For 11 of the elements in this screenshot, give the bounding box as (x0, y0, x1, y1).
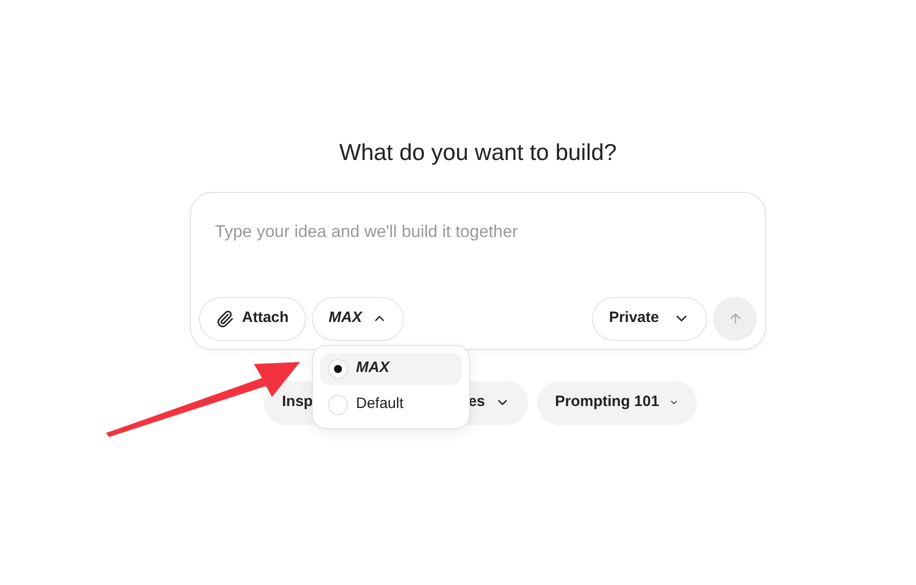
radio-icon (328, 358, 348, 378)
radio-icon (328, 394, 348, 414)
mode-option[interactable]: MAX (320, 352, 462, 384)
mode-button[interactable]: MAX (312, 296, 404, 340)
prompt-input[interactable]: Type your idea and we'll build it together (215, 218, 741, 244)
attach-button[interactable]: Attach (199, 296, 306, 340)
mode-option[interactable]: Default (320, 388, 462, 420)
suggestion-chip[interactable]: Prompting 101 (537, 380, 697, 424)
visibility-button[interactable]: Private (592, 296, 707, 340)
paperclip-icon (216, 310, 234, 328)
page-title: What do you want to build? (339, 138, 617, 167)
